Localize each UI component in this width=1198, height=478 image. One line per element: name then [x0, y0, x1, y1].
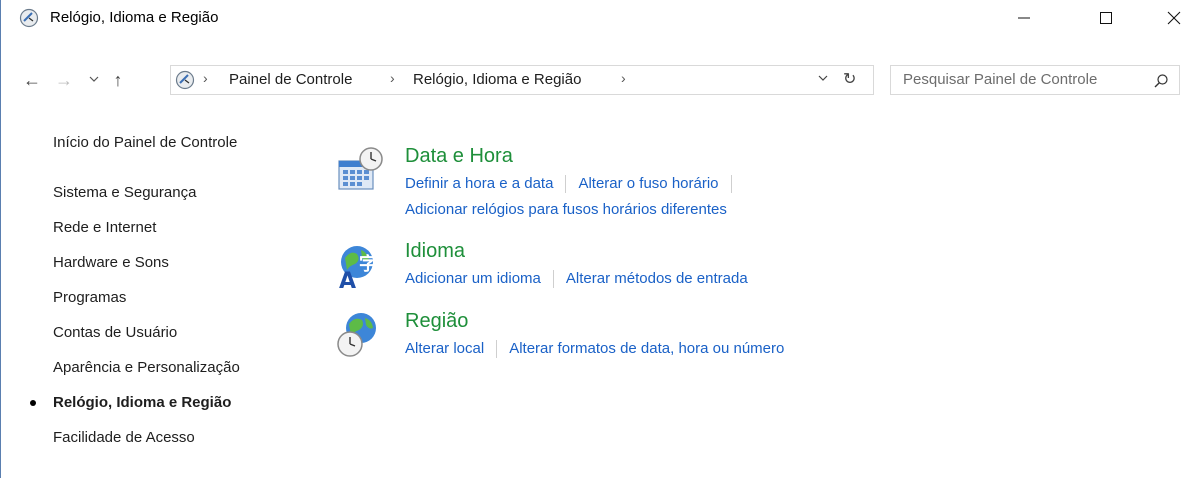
sidebar-item-ease-of-access[interactable]: Facilidade de Acesso: [53, 429, 195, 446]
clock-globe-icon: [19, 8, 39, 28]
category-title[interactable]: Idioma: [405, 240, 465, 263]
chevron-down-icon: [89, 76, 99, 82]
search-placeholder: Pesquisar Painel de Controle: [903, 71, 1098, 88]
title-bar: Relógio, Idioma e Região: [1, 0, 1198, 36]
sidebar-item-hardware-sound[interactable]: Hardware e Sons: [53, 254, 169, 271]
breadcrumb-item[interactable]: Painel de Controle: [229, 71, 352, 88]
navigation-bar: ← → ↑ › Painel de Controle › Relógio, Id…: [1, 60, 1198, 102]
chevron-down-icon: [818, 75, 828, 81]
link-divider: [730, 175, 732, 194]
category-links: Adicionar relógios para fusos horários d…: [405, 201, 727, 218]
address-bar[interactable]: › Painel de Controle › Relógio, Idioma e…: [170, 65, 874, 95]
breadcrumb-separator[interactable]: ›: [621, 70, 626, 86]
calendar-clock-icon: [338, 147, 383, 190]
current-item-bullet: [30, 400, 36, 406]
window-title: Relógio, Idioma e Região: [50, 9, 219, 26]
clock-globe-icon: [175, 70, 195, 90]
search-icon[interactable]: [1153, 73, 1169, 89]
control-panel-window: Relógio, Idioma e Região ← → ↑ › Painel …: [0, 0, 1198, 478]
change-input-methods-link[interactable]: Alterar métodos de entrada: [566, 270, 748, 287]
maximize-icon: [1100, 12, 1112, 24]
back-button[interactable]: ←: [21, 70, 43, 91]
minimize-icon: [1018, 17, 1030, 19]
language-globe-icon: A 字: [339, 246, 377, 290]
svg-text:字: 字: [359, 253, 377, 275]
svg-text:A: A: [339, 269, 356, 290]
link-divider: [496, 340, 498, 359]
add-clocks-link[interactable]: Adicionar relógios para fusos horários d…: [405, 201, 727, 218]
change-time-zone-link[interactable]: Alterar o fuso horário: [578, 175, 718, 192]
maximize-button[interactable]: [1083, 0, 1129, 36]
close-button[interactable]: [1151, 0, 1197, 36]
sidebar-item-home[interactable]: Início do Painel de Controle: [53, 134, 237, 151]
set-date-time-link[interactable]: Definir a hora e a data: [405, 175, 553, 192]
search-input[interactable]: Pesquisar Painel de Controle: [890, 65, 1180, 95]
category-title[interactable]: Região: [405, 310, 468, 333]
change-location-link[interactable]: Alterar local: [405, 340, 484, 357]
forward-button[interactable]: →: [53, 70, 75, 91]
add-language-link[interactable]: Adicionar um idioma: [405, 270, 541, 287]
category-links: Alterar local Alterar formatos de data, h…: [405, 340, 784, 359]
close-icon: [1167, 11, 1181, 25]
address-dropdown-button[interactable]: [817, 72, 829, 87]
refresh-button[interactable]: ↻: [843, 69, 856, 89]
link-divider: [552, 270, 554, 289]
change-formats-link[interactable]: Alterar formatos de data, hora ou número: [509, 340, 784, 357]
breadcrumb-item[interactable]: Relógio, Idioma e Região: [413, 71, 581, 88]
link-divider: [565, 175, 567, 194]
sidebar-item-clock-language-region: Relógio, Idioma e Região: [53, 394, 232, 411]
minimize-button[interactable]: [1001, 0, 1047, 36]
category-links: Definir a hora e a data Alterar o fuso ho…: [405, 175, 744, 194]
recent-locations-button[interactable]: [83, 74, 105, 87]
up-button[interactable]: ↑: [107, 70, 129, 91]
category-links: Adicionar um idioma Alterar métodos de en…: [405, 270, 748, 289]
breadcrumb-separator[interactable]: ›: [203, 70, 208, 86]
sidebar-item-appearance[interactable]: Aparência e Personalização: [53, 359, 240, 376]
sidebar-item-system-security[interactable]: Sistema e Segurança: [53, 184, 196, 201]
sidebar-item-network-internet[interactable]: Rede e Internet: [53, 219, 156, 236]
sidebar-item-user-accounts[interactable]: Contas de Usuário: [53, 324, 177, 341]
breadcrumb-separator[interactable]: ›: [390, 70, 395, 86]
sidebar-item-programs[interactable]: Programas: [53, 289, 126, 306]
category-title[interactable]: Data e Hora: [405, 145, 513, 168]
region-globe-clock-icon: [337, 313, 376, 357]
